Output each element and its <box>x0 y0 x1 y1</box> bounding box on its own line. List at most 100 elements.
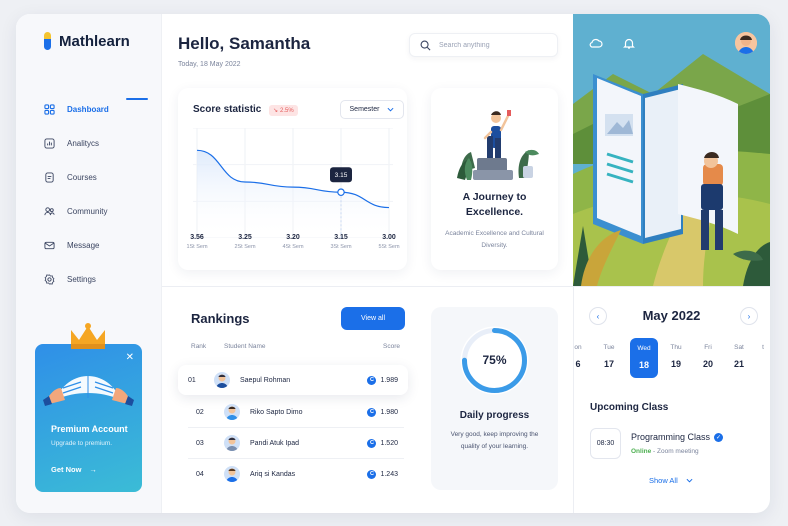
sidebar-item-label: Courses <box>67 172 97 182</box>
rank-number: 03 <box>196 439 204 447</box>
community-icon <box>44 206 55 217</box>
day-name: t <box>762 344 764 351</box>
search-icon <box>420 40 431 50</box>
semester-select[interactable]: Semester <box>340 100 404 119</box>
premium-subtitle: Upgrade to premium. <box>51 440 113 447</box>
student-score: C 1.243 <box>367 469 398 479</box>
day-name: Tue <box>603 344 615 351</box>
chart-data-label: 3.15 <box>334 234 348 241</box>
daily-progress-title: Daily progress <box>459 410 530 421</box>
sidebar-item-message[interactable]: Message <box>44 228 162 262</box>
sidebar-item-community[interactable]: Community <box>44 194 162 228</box>
view-all-button[interactable]: View all <box>341 307 405 330</box>
day-date: 6 <box>575 359 581 369</box>
day-date: 18 <box>638 360 649 370</box>
rank-number: 02 <box>196 408 204 416</box>
journey-title: A Journey to Excellence. <box>462 191 527 218</box>
chart-x-tick: 3.20 4St Sem <box>276 234 310 250</box>
chart-data-label: 3.00 <box>382 234 396 241</box>
current-date: Today, 18 May 2022 <box>178 61 241 68</box>
sidebar-item-label: Dashboard <box>67 104 109 114</box>
calendar-day[interactable]: on 6 <box>564 344 592 369</box>
rank-number: 01 <box>188 376 196 384</box>
online-status: Online <box>631 448 652 455</box>
coin-icon: C <box>367 469 377 479</box>
semester-label: Semester <box>349 106 380 113</box>
table-row[interactable]: 04 Ariq si Kandas C 1.243 <box>178 459 408 489</box>
chart-tick-label: 3St Sem <box>330 244 352 250</box>
calendar-day[interactable]: Tue 17 <box>595 344 623 369</box>
score-header: Score <box>383 343 400 350</box>
calendar-day[interactable]: Fri 20 <box>694 344 722 369</box>
table-row[interactable]: 03 Pandi Atuk Ipad C 1.520 <box>178 428 408 458</box>
mail-icon <box>44 240 55 251</box>
chart-tick-label: 1St Sem <box>186 244 208 250</box>
chevron-right-icon[interactable]: › <box>740 307 758 325</box>
class-time: 08:30 <box>590 428 621 459</box>
student-score: C 1.989 <box>367 375 398 385</box>
avatar <box>214 372 230 388</box>
courses-icon <box>44 171 55 183</box>
show-all-button[interactable]: Show All <box>649 476 693 485</box>
sidebar-item-settings[interactable]: Settings <box>44 262 162 296</box>
sidebar-item-courses[interactable]: Courses <box>44 160 162 194</box>
journey-illustration <box>457 110 539 180</box>
table-row[interactable]: 02 Riko Sapto Dimo C 1.980 <box>178 397 408 427</box>
chart-point[interactable] <box>337 188 345 197</box>
cloud-icon[interactable] <box>589 36 603 50</box>
avatar <box>224 435 240 451</box>
day-name: Thu <box>670 344 682 351</box>
app-window: Mathlearn Dashboard Analitycs Courses Co… <box>16 14 770 513</box>
table-row[interactable]: 01 Saepul Rohman C 1.989 <box>178 365 408 395</box>
calendar-day[interactable]: Thu 19 <box>662 344 690 369</box>
user-avatar[interactable] <box>735 32 757 54</box>
student-score: C 1.520 <box>367 438 398 448</box>
show-all-label: Show All <box>649 476 678 485</box>
calendar-day[interactable]: t <box>756 344 770 359</box>
chart-tick-label: 5St Sem <box>378 244 400 250</box>
rank-number: 04 <box>196 470 204 478</box>
coin-icon: C <box>367 375 377 385</box>
chevron-left-icon[interactable]: ‹ <box>589 307 607 325</box>
calendar-day-selected[interactable]: Wed 18 <box>630 338 658 378</box>
score-value: 1.980 <box>380 408 398 416</box>
chart-data-label: 3.25 <box>238 234 252 241</box>
student-score: C 1.980 <box>367 407 398 417</box>
verified-icon: ✓ <box>714 432 724 442</box>
page-title: Hello, Samantha <box>178 34 311 53</box>
student-name: Saepul Rohman <box>240 376 291 384</box>
calendar-day[interactable]: Sat 21 <box>725 344 753 369</box>
day-name: Fri <box>704 344 712 351</box>
class-name-label: Programming Class <box>631 432 711 442</box>
search-input[interactable] <box>439 41 549 49</box>
get-now-button[interactable]: Get Now → <box>51 465 97 474</box>
close-icon[interactable]: ✕ <box>126 352 134 363</box>
chart-tick-label: 4St Sem <box>282 244 304 250</box>
daily-progress-subtitle: Very good, keep improving the quality of… <box>450 431 539 450</box>
bell-icon[interactable] <box>622 36 636 50</box>
premium-illustration <box>43 323 134 406</box>
chart-tooltip-value: 3.15 <box>335 172 348 179</box>
score-change-badge: ↘ 2.5% <box>269 105 298 116</box>
active-indicator <box>126 98 148 100</box>
app-name: Mathlearn <box>59 32 130 50</box>
student-name: Riko Sapto Dimo <box>250 408 303 416</box>
journey-subtitle: Academic Excellence and Cultural Diversi… <box>445 230 544 249</box>
section-divider <box>162 286 770 287</box>
sidebar-item-analytics[interactable]: Analitycs <box>44 126 162 160</box>
class-name[interactable]: Programming Class ✓ <box>631 432 724 442</box>
analytics-icon <box>44 137 55 149</box>
hero-illustration <box>573 14 770 286</box>
logo[interactable]: Mathlearn <box>44 32 130 50</box>
score-value: 1.243 <box>380 470 398 478</box>
sidebar-item-label: Community <box>67 206 108 216</box>
chart-tooltip: 3.15 <box>330 167 352 183</box>
day-name: Wed <box>637 345 651 352</box>
score-value: 1.520 <box>380 439 398 447</box>
chart-x-tick: 3.00 5St Sem <box>372 234 406 250</box>
rankings-title: Rankings <box>191 311 250 326</box>
day-name: Sat <box>734 344 744 351</box>
day-date: 20 <box>702 359 713 369</box>
student-name-header: Student Name <box>224 343 266 350</box>
search-box[interactable] <box>409 33 558 57</box>
